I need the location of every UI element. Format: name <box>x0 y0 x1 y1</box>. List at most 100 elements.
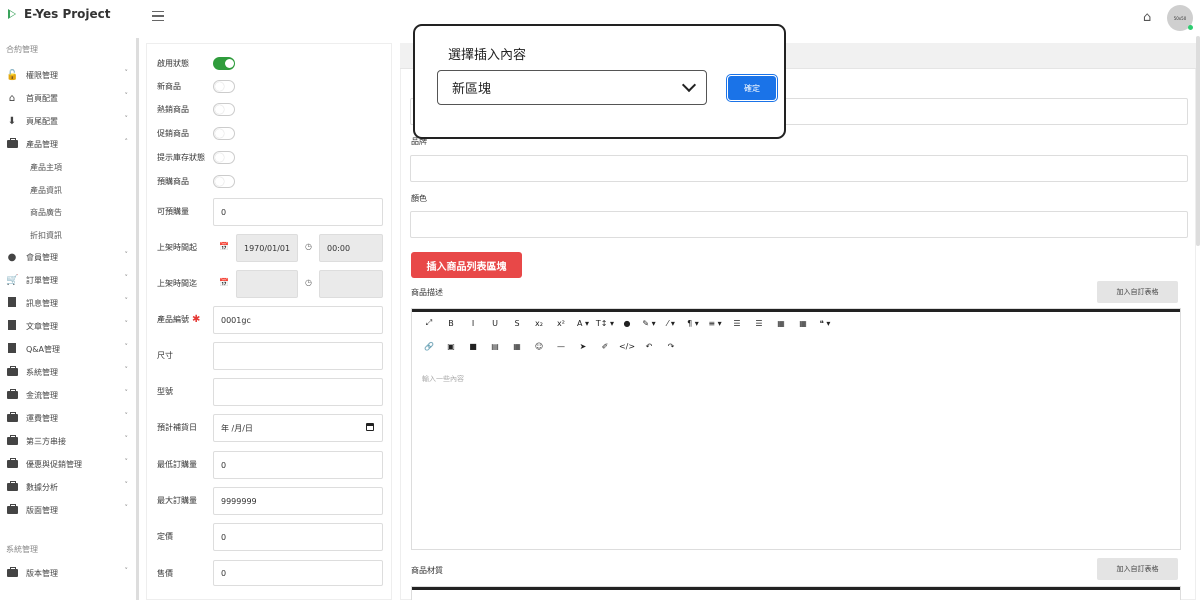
toolbar-button[interactable]: — <box>550 342 572 351</box>
toolbar-button[interactable]: x₂ <box>528 319 550 328</box>
toggle-promo[interactable] <box>213 127 235 140</box>
sidebar-subitem-product-info[interactable]: 產品資訊 <box>30 185 62 196</box>
calendar-icon[interactable] <box>366 423 374 431</box>
launch-end-date-input[interactable] <box>236 270 298 298</box>
chevron-down-icon: ˅ <box>124 343 129 351</box>
sidebar-item-system[interactable]: 系統管理 ˅ <box>6 363 132 381</box>
content-type-select[interactable]: 新區塊 <box>437 70 707 105</box>
briefcase-icon <box>6 137 18 150</box>
sidebar-item-products[interactable]: 產品管理 ˄ <box>6 135 132 153</box>
toolbar-button[interactable]: x² <box>550 319 572 328</box>
page-scrollbar[interactable] <box>1196 36 1200 246</box>
sidebar-item-members[interactable]: ● 會員管理 ˅ <box>6 248 132 266</box>
sidebar-item-messages[interactable]: 訊息管理 ˅ <box>6 294 132 312</box>
clock-icon: ◷ <box>305 278 312 287</box>
toolbar-button[interactable]: S <box>506 319 528 328</box>
editor-toolbar-row-2: 🔗 ▣ ■ ▤ ▦ ☺ — ➤ ✐ </> ↶ ↷ <box>418 342 682 351</box>
toolbar-button[interactable]: ▦ <box>506 342 528 351</box>
sidebar-item-promotions[interactable]: 優惠與促銷管理 ˅ <box>6 455 132 473</box>
toolbar-button[interactable]: ▦ <box>792 319 814 328</box>
min-order-label: 最低訂購量 <box>157 460 197 469</box>
toolbar-button[interactable]: B <box>440 319 462 328</box>
restock-date-input[interactable]: 年 /月/日 <box>213 414 383 442</box>
toolbar-button[interactable]: ☰ <box>748 319 770 328</box>
add-custom-table-button-2[interactable]: 加入自訂表格 <box>1097 558 1178 580</box>
toolbar-button[interactable]: ≡ ▾ <box>704 319 726 328</box>
chevron-down-icon: ˅ <box>124 92 129 100</box>
home-icon[interactable]: ⌂ <box>1143 10 1151 25</box>
sidebar-item-footer-config[interactable]: ⬇ 頁尾配置 ˅ <box>6 112 132 130</box>
toolbar-button[interactable]: ▣ <box>440 342 462 351</box>
color-label: 顏色 <box>411 194 427 203</box>
material-editor[interactable] <box>411 586 1181 600</box>
sidebar-item-permissions[interactable]: 🔓 權限管理 ˅ <box>6 66 132 84</box>
toolbar-button[interactable]: ↷ <box>660 342 682 351</box>
toolbar-button[interactable]: 🔗 <box>418 342 440 351</box>
toolbar-button[interactable]: ❝ ▾ <box>814 319 836 328</box>
toggle-enabled[interactable] <box>213 57 235 70</box>
sidebar-item-qa[interactable]: Q&A管理 ˅ <box>6 340 132 358</box>
insert-product-list-block-button[interactable]: 插入商品列表區塊 <box>411 252 522 278</box>
sidebar-subitem-discount-info[interactable]: 折扣資訊 <box>30 230 62 241</box>
toolbar-button[interactable]: ✎ ▾ <box>638 319 660 328</box>
toolbar-button[interactable]: U <box>484 319 506 328</box>
launch-end-time-input[interactable] <box>319 270 383 298</box>
menu-toggle-icon[interactable] <box>152 11 164 21</box>
toolbar-button[interactable]: ☺ <box>528 342 550 351</box>
toolbar-button[interactable]: </> <box>616 342 638 351</box>
toolbar-button[interactable]: A ▾ <box>572 319 594 328</box>
color-input[interactable] <box>410 211 1188 238</box>
toggle-new[interactable] <box>213 80 235 93</box>
list-price-input[interactable]: 0 <box>213 523 383 551</box>
toolbar-button[interactable]: I <box>462 319 484 328</box>
toolbar-button[interactable]: ☰ <box>726 319 748 328</box>
toolbar-button[interactable]: ■ <box>462 342 484 351</box>
toggle-stock-alert[interactable] <box>213 151 235 164</box>
sidebar-section-contract: 合約管理 <box>6 45 38 54</box>
avatar[interactable]: 50x50 <box>1167 5 1193 31</box>
size-input[interactable] <box>213 342 383 370</box>
sidebar-item-version[interactable]: 版本管理 ˅ <box>6 564 132 582</box>
file-icon <box>6 319 18 333</box>
toolbar-button[interactable]: ↶ <box>638 342 660 351</box>
toggle-preorder[interactable] <box>213 175 235 188</box>
sidebar-item-shipping[interactable]: 運費管理 ˅ <box>6 409 132 427</box>
sale-price-input[interactable]: 0 <box>213 560 383 586</box>
max-order-input[interactable]: 9999999 <box>213 487 383 515</box>
sidebar-item-payment[interactable]: 金流管理 ˅ <box>6 386 132 404</box>
toolbar-button[interactable]: ⁄ ▾ <box>660 319 682 328</box>
sidebar-item-third-party[interactable]: 第三方串接 ˅ <box>6 432 132 450</box>
sidebar-item-orders[interactable]: 🛒 訂單管理 ˅ <box>6 271 132 289</box>
model-input[interactable] <box>213 378 383 406</box>
sidebar-item-articles[interactable]: 文章管理 ˅ <box>6 317 132 335</box>
sku-label-text: 產品編號 <box>157 315 189 324</box>
toolbar-button[interactable]: ▦ <box>770 319 792 328</box>
brand-input[interactable] <box>410 155 1188 182</box>
toolbar-button[interactable]: ● <box>616 319 638 328</box>
toolbar-button[interactable]: ▤ <box>484 342 506 351</box>
launch-start-time-input[interactable]: 00:00 <box>319 234 383 262</box>
toggle-label-stock-alert: 提示庫存狀態 <box>157 153 205 162</box>
sidebar-subitem-product-main[interactable]: 產品主項 <box>30 162 62 173</box>
toggle-hot[interactable] <box>213 103 235 116</box>
toolbar-button[interactable]: ✐ <box>594 342 616 351</box>
sidebar-item-home-config[interactable]: ⌂ 首頁配置 ˅ <box>6 89 132 107</box>
chevron-down-icon: ˅ <box>124 274 129 282</box>
sku-input[interactable]: 0001gc <box>213 306 383 334</box>
model-label: 型號 <box>157 387 173 396</box>
sidebar-item-analytics[interactable]: 數據分析 ˅ <box>6 478 132 496</box>
toolbar-button[interactable]: T↕ ▾ <box>594 319 616 328</box>
sidebar-scrollbar[interactable] <box>136 38 139 600</box>
sidebar-subitem-product-ads[interactable]: 商品廣告 <box>30 207 62 218</box>
editor-toolbar-row-1: ⤢ B I U Sx₂ x² A ▾ T↕ ▾ ● ✎ ▾ ⁄ ▾ ¶ ▾ ≡ ▾ ☰ ☰ ▦ ▦ ❝ ▾ <box>418 318 836 328</box>
toolbar-button[interactable]: ➤ <box>572 342 594 351</box>
add-custom-table-button[interactable]: 加入自訂表格 <box>1097 281 1178 303</box>
sidebar-item-layout[interactable]: 版面管理 ˅ <box>6 501 132 519</box>
brand[interactable]: E-Yes Project <box>8 7 111 21</box>
launch-start-date-input[interactable]: 1970/01/01 <box>236 234 298 262</box>
preorder-qty-input[interactable]: 0 <box>213 198 383 226</box>
confirm-button[interactable]: 確定 <box>726 74 778 102</box>
min-order-input[interactable]: 0 <box>213 451 383 479</box>
toolbar-button[interactable]: ¶ ▾ <box>682 319 704 328</box>
toolbar-button[interactable]: ⤢ <box>418 318 440 328</box>
